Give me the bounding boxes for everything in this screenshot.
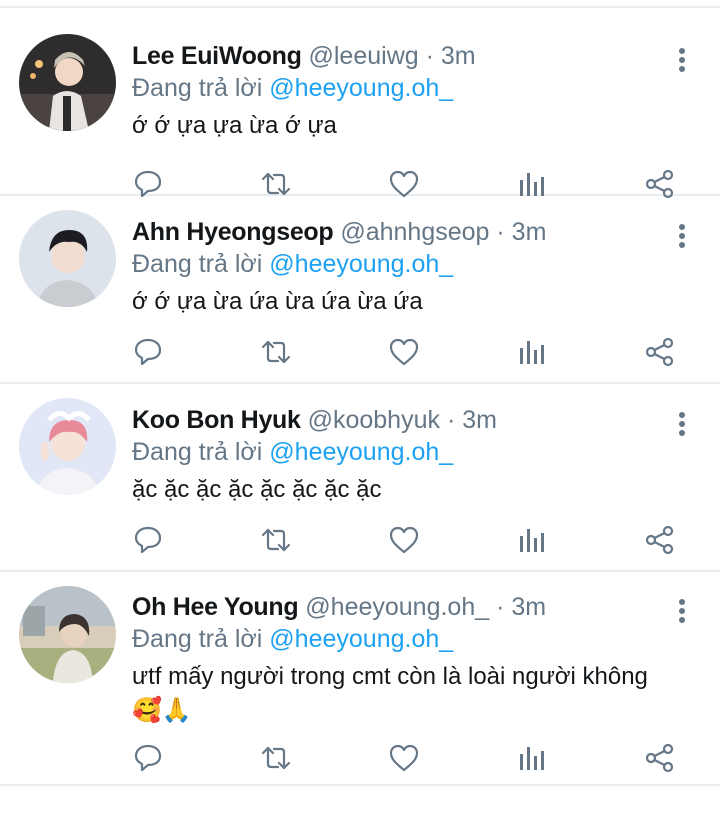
timestamp[interactable]: 3m — [441, 42, 476, 70]
reply-icon[interactable] — [132, 742, 164, 774]
like-icon[interactable] — [388, 336, 420, 368]
avatar[interactable] — [19, 34, 116, 131]
tweet-text: ớ ớ ựa ựa ừa ớ ựa — [132, 112, 337, 139]
reply-mention-link[interactable]: @heeyoung.oh_ — [269, 625, 453, 653]
separator-dot: · — [496, 593, 505, 621]
author-name[interactable]: Koo Bon Hyuk — [132, 406, 301, 434]
tweet-text: ưtf mấy người trong cmt còn là loài ngườ… — [132, 663, 648, 690]
like-icon[interactable] — [388, 742, 420, 774]
avatar[interactable] — [19, 398, 116, 495]
more-options-icon[interactable] — [678, 412, 686, 438]
share-icon[interactable] — [644, 742, 676, 774]
retweet-icon[interactable] — [260, 742, 292, 774]
timestamp[interactable]: 3m — [462, 406, 497, 434]
share-icon[interactable] — [644, 336, 676, 368]
author-handle[interactable]: @ahnhgseop — [340, 218, 489, 246]
avatar[interactable] — [19, 210, 116, 307]
reply-prefix: Đang trả lời — [132, 625, 263, 653]
retweet-icon[interactable] — [260, 524, 292, 556]
like-icon[interactable] — [388, 524, 420, 556]
author-handle[interactable]: @leeuiwg — [309, 42, 419, 70]
timestamp[interactable]: 3m — [512, 218, 547, 246]
reply-prefix: Đang trả lời — [132, 74, 263, 102]
separator-dot: · — [496, 218, 505, 246]
more-options-icon[interactable] — [678, 224, 686, 250]
author-name[interactable]: Ahn Hyeongseop — [132, 218, 334, 246]
more-options-icon[interactable] — [678, 48, 686, 74]
share-icon[interactable] — [644, 524, 676, 556]
reply-prefix: Đang trả lời — [132, 438, 263, 466]
tweet-item[interactable]: Oh Hee Young @heeyoung.oh_ · 3m Đang trả… — [0, 572, 720, 784]
avatar[interactable] — [19, 586, 116, 683]
analytics-icon[interactable] — [516, 524, 548, 556]
reply-mention-link[interactable]: @heeyoung.oh_ — [269, 250, 453, 278]
author-name[interactable]: Lee EuiWoong — [132, 42, 302, 70]
reply-mention-link[interactable]: @heeyoung.oh_ — [269, 74, 453, 102]
analytics-icon[interactable] — [516, 336, 548, 368]
tweet-emoji: 🥰🙏 — [132, 697, 192, 724]
tweet-item[interactable]: Lee EuiWoong @leeuiwg · 3m Đang trả lời … — [0, 8, 720, 199]
more-options-icon[interactable] — [678, 599, 686, 625]
author-name[interactable]: Oh Hee Young — [132, 593, 299, 621]
reply-mention-link[interactable]: @heeyoung.oh_ — [269, 438, 453, 466]
timestamp[interactable]: 3m — [511, 593, 546, 621]
tweet-text: ớ ớ ựa ừa ứa ừa ứa ừa ứa — [132, 288, 423, 315]
tweet-item[interactable]: Koo Bon Hyuk @koobhyuk · 3m Đang trả lời… — [0, 384, 720, 570]
analytics-icon[interactable] — [516, 742, 548, 774]
author-handle[interactable]: @heeyoung.oh_ — [305, 593, 489, 621]
tweet-text: ặc ặc ặc ặc ặc ặc ặc ặc — [132, 476, 382, 503]
separator — [0, 784, 720, 786]
separator-dot: · — [446, 406, 456, 434]
retweet-icon[interactable] — [260, 336, 292, 368]
reply-icon[interactable] — [132, 524, 164, 556]
reply-prefix: Đang trả lời — [132, 250, 263, 278]
separator-dot: · — [425, 42, 434, 70]
reply-icon[interactable] — [132, 336, 164, 368]
author-handle[interactable]: @koobhyuk — [308, 406, 440, 434]
tweet-item[interactable]: Ahn Hyeongseop @ahnhgseop · 3m Đang trả … — [0, 196, 720, 382]
